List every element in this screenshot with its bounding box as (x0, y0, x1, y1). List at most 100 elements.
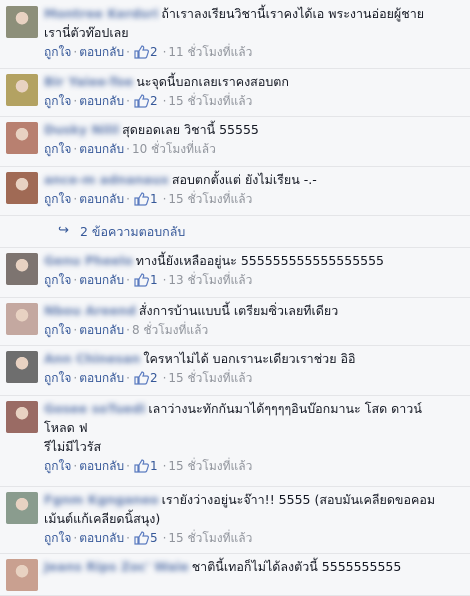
like-count-icon[interactable] (134, 531, 149, 551)
reply-link[interactable]: ตอบกลับ (79, 94, 124, 108)
comment-timestamp[interactable]: 15 ชั่วโมงที่แล้ว (168, 459, 252, 473)
comment-author[interactable]: Montree Kerdsri (44, 4, 158, 23)
separator-dot: · (73, 45, 78, 59)
separator-dot: · (126, 45, 130, 59)
comment-author[interactable]: Bir Yaiee-Toe (44, 72, 133, 91)
comment: ance-m adnanaux สอบตกตั้งแต่ ยังไม่เรียน … (0, 166, 470, 216)
view-replies-row[interactable]: ↪ 2 ข้อความตอบกลับ (0, 215, 470, 248)
comment-author[interactable]: Ann Chinesan (44, 349, 140, 368)
like-link[interactable]: ถูกใจ (44, 45, 71, 59)
comment-author[interactable]: Fgnm Kgnganeo (44, 490, 159, 509)
separator-dot: · (126, 142, 130, 156)
separator-dot: · (73, 371, 78, 385)
separator-dot: · (162, 371, 167, 385)
like-count[interactable]: 2 (150, 371, 158, 385)
comment-timestamp[interactable]: 10 ชั่วโมงที่แล้ว (132, 142, 216, 156)
like-link[interactable]: ถูกใจ (44, 142, 71, 156)
avatar[interactable] (6, 492, 38, 524)
avatar[interactable] (6, 401, 38, 433)
separator-dot: · (162, 531, 167, 545)
avatar[interactable] (6, 253, 38, 285)
comment-text: นะจุดนี้บอกเลยเราคงสอบตก (136, 74, 289, 89)
avatar[interactable] (6, 172, 38, 204)
like-link[interactable]: ถูกใจ (44, 371, 71, 385)
like-count-icon[interactable] (134, 273, 149, 293)
comment-timestamp[interactable]: 15 ชั่วโมงที่แล้ว (168, 531, 252, 545)
separator-dot: · (73, 459, 78, 473)
like-count[interactable]: 1 (150, 192, 158, 206)
comment: Gosee soTuedi เลาว่างนะทักกันมาได้ๆๆๆๆอิน… (0, 395, 470, 487)
separator-dot: · (126, 459, 130, 473)
separator-dot: · (73, 323, 78, 337)
like-count-icon[interactable] (134, 94, 149, 114)
avatar[interactable] (6, 122, 38, 154)
avatar[interactable] (6, 351, 38, 383)
reply-link[interactable]: ตอบกลับ (79, 192, 124, 206)
like-count-icon[interactable] (134, 371, 149, 391)
comment: Jeans Rips Zoc' Waie ชาตินี้เทอก็ไม่ได้ลง… (0, 553, 470, 596)
comment-text: ทางนี้ยังเหลืออยู่นะ 555555555555555555 (135, 253, 385, 268)
avatar[interactable] (6, 6, 38, 38)
reply-link[interactable]: ตอบกลับ (79, 459, 124, 473)
comment: Montree Kerdsri ถ้าเราลงเรียนวิชานี้เราคง… (0, 0, 470, 69)
comment-author[interactable]: Genu Pheelo (44, 251, 133, 270)
comment-author[interactable]: Nbou Areend (44, 301, 136, 320)
comment-author[interactable]: Jeans Rips Zoc' Waie (44, 557, 189, 576)
reply-link[interactable]: ตอบกลับ (79, 273, 124, 287)
reply-link[interactable]: ตอบกลับ (79, 531, 124, 545)
separator-dot: · (162, 192, 167, 206)
like-count[interactable]: 1 (150, 273, 158, 287)
like-count-icon[interactable] (134, 459, 149, 479)
reply-link[interactable]: ตอบกลับ (79, 323, 124, 337)
separator-dot: · (126, 94, 130, 108)
like-link[interactable]: ถูกใจ (44, 273, 71, 287)
separator-dot: · (162, 459, 167, 473)
like-count[interactable]: 2 (150, 94, 158, 108)
like-link[interactable]: ถูกใจ (44, 323, 71, 337)
reply-link[interactable]: ตอบกลับ (79, 142, 124, 156)
comment-timestamp[interactable]: 15 ชั่วโมงที่แล้ว (168, 192, 252, 206)
comment-text: สุดยอดเลย วิชานี้ 55555 (122, 122, 259, 137)
like-count-icon[interactable] (134, 192, 149, 212)
reply-link[interactable]: ตอบกลับ (79, 45, 124, 59)
separator-dot: · (73, 142, 78, 156)
comment-text: ชาตินี้เทอก็ไม่ได้ลงตัวนี้ 5555555555 (191, 559, 402, 574)
comment-timestamp[interactable]: 15 ชั่วโมงที่แล้ว (168, 371, 252, 385)
comment-text: สอบตกตั้งแต่ ยังไม่เรียน -.- (171, 172, 317, 187)
like-link[interactable]: ถูกใจ (44, 531, 71, 545)
separator-dot: · (126, 273, 130, 287)
comment: Fgnm Kgnganeo เรายังว่างอยู่นะจ๊าา!! 5555… (0, 486, 470, 554)
like-link[interactable]: ถูกใจ (44, 94, 71, 108)
comment-timestamp[interactable]: 15 ชั่วโมงที่แล้ว (168, 94, 252, 108)
comment: Genu Pheelo ทางนี้ยังเหลืออยู่นะ 55555555… (0, 247, 470, 298)
comment-text: สั่งการบ้านแบบนี้ เตรียมซิ่วเลยทีเดียว (138, 303, 339, 318)
separator-dot: · (126, 192, 130, 206)
separator-dot: · (162, 94, 167, 108)
comment-feed: ↪ 2 ข้อความตอบกลับ Montree Kerdsri ถ้าเรา… (0, 0, 470, 596)
comment-author[interactable]: Gosee soTuedi (44, 399, 145, 418)
like-link[interactable]: ถูกใจ (44, 192, 71, 206)
view-replies-link[interactable]: 2 ข้อความตอบกลับ (80, 222, 185, 242)
like-count[interactable]: 5 (150, 531, 158, 545)
like-count-icon[interactable] (134, 45, 149, 65)
like-link[interactable]: ถูกใจ (44, 459, 71, 473)
comment-author[interactable]: Dusky Nilil (44, 120, 119, 139)
avatar[interactable] (6, 303, 38, 335)
comment: Bir Yaiee-Toe นะจุดนี้บอกเลยเราคงสอบตกถูก… (0, 68, 470, 117)
comment-author[interactable]: ance-m adnanaux (44, 170, 169, 189)
like-count[interactable]: 1 (150, 459, 158, 473)
separator-dot: · (126, 371, 130, 385)
separator-dot: · (73, 273, 78, 287)
comment-timestamp[interactable]: 13 ชั่วโมงที่แล้ว (168, 273, 252, 287)
comment: Nbou Areend สั่งการบ้านแบบนี้ เตรียมซิ่วเ… (0, 297, 470, 346)
separator-dot: · (73, 192, 78, 206)
separator-dot: · (126, 323, 130, 337)
like-count[interactable]: 2 (150, 45, 158, 59)
avatar[interactable] (6, 559, 38, 591)
comment-timestamp[interactable]: 8 ชั่วโมงที่แล้ว (132, 323, 208, 337)
comment-timestamp[interactable]: 11 ชั่วโมงที่แล้ว (168, 45, 252, 59)
comment: Ann Chinesan ใครหาไม่ได้ บอกเรานะเดียวเรา… (0, 345, 470, 396)
reply-link[interactable]: ตอบกลับ (79, 371, 124, 385)
avatar[interactable] (6, 74, 38, 106)
comment-text: ใครหาไม่ได้ บอกเรานะเดียวเราช่วย อิอิ (143, 351, 356, 366)
